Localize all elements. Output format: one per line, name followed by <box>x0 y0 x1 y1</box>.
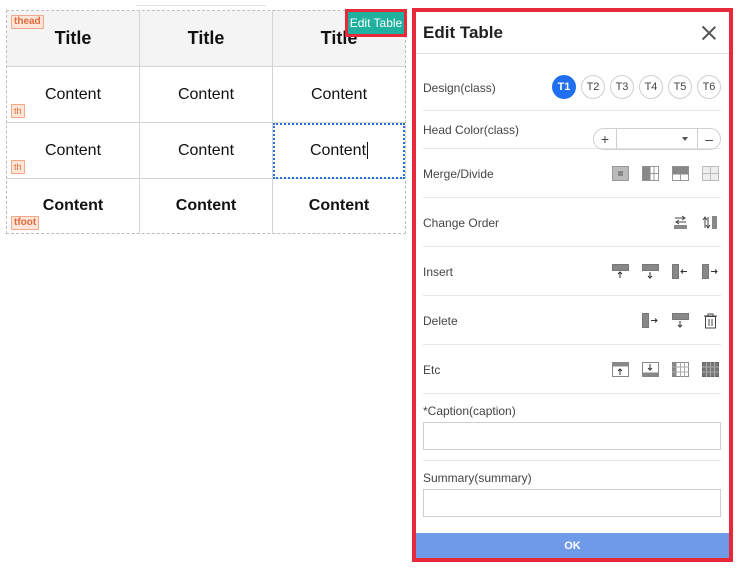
design-row: Design(class) T1 T2 T3 T4 T5 T6 <box>423 57 721 111</box>
head-color-minus-button[interactable]: – <box>698 129 720 149</box>
head-color-row: Head Color(class) + – <box>423 111 721 150</box>
delete-label: Delete <box>423 314 458 328</box>
design-options: T1 T2 T3 T4 T5 T6 <box>552 75 721 99</box>
dialog-header: Edit Table <box>416 12 729 54</box>
design-option-t3[interactable]: T3 <box>610 75 634 99</box>
insert-row: Insert <box>423 247 721 296</box>
caption-label: *Caption(caption) <box>423 404 516 418</box>
insert-row-below-icon[interactable] <box>640 262 661 281</box>
delete-row: Delete <box>423 296 721 345</box>
cell-text: Content <box>177 85 235 103</box>
cell-text: Title <box>187 28 225 48</box>
table-cell[interactable]: Content <box>7 123 140 179</box>
design-option-t2[interactable]: T2 <box>581 75 605 99</box>
merge-label: Merge/Divide <box>423 167 494 181</box>
text-caret <box>367 142 369 159</box>
caption-divider <box>423 460 721 461</box>
ok-button[interactable]: OK <box>416 533 729 558</box>
cell-text: Title <box>54 28 92 48</box>
tfoot-tag: tfoot <box>11 216 40 230</box>
table-cell[interactable]: Content <box>7 67 140 123</box>
content-table: Title Title Title Content Content Conten… <box>7 11 405 233</box>
delete-column-icon[interactable] <box>640 311 661 330</box>
cell-text: Content <box>44 141 102 159</box>
th-tag: th <box>11 104 25 118</box>
cell-text: Content <box>177 141 235 159</box>
merge-rows-icon[interactable] <box>640 164 661 183</box>
head-color-label: Head Color(class) <box>423 123 520 137</box>
order-label: Change Order <box>423 216 500 230</box>
edit-table-button[interactable]: Edit Table <box>345 9 407 37</box>
summary-input[interactable] <box>423 489 721 517</box>
insert-label: Insert <box>423 265 454 279</box>
cell-text: Content <box>309 141 367 159</box>
etc-row: Etc <box>423 345 721 394</box>
table-editor: Title Title Title Content Content Conten… <box>6 10 406 234</box>
selected-table-cell[interactable]: Content <box>273 123 405 179</box>
etc-label: Etc <box>423 363 441 377</box>
cell-text: Content <box>310 85 368 103</box>
design-option-t1[interactable]: T1 <box>552 75 576 99</box>
cell-text: Content <box>42 197 104 214</box>
summary-label: Summary(summary) <box>423 471 532 485</box>
insert-column-right-icon[interactable] <box>700 262 721 281</box>
thead-tag: thead <box>11 15 44 29</box>
add-th-column-icon[interactable] <box>670 360 691 379</box>
header-cell[interactable]: Title <box>140 11 273 67</box>
table-cell[interactable]: Content <box>273 67 405 123</box>
add-footer-icon[interactable] <box>640 360 661 379</box>
order-row: Change Order <box>423 198 721 247</box>
delete-row-icon[interactable] <box>670 311 691 330</box>
top-divider <box>136 5 266 6</box>
edit-table-dialog: Edit Table Design(class) T1 T2 T3 T4 T5 … <box>412 8 733 562</box>
merge-row: Merge/Divide <box>423 149 721 198</box>
delete-table-icon[interactable] <box>700 311 721 330</box>
cell-text: Content <box>175 197 237 214</box>
th-tag: th <box>11 160 25 174</box>
add-header-icon[interactable] <box>610 360 631 379</box>
close-icon[interactable] <box>701 25 717 41</box>
insert-row-above-icon[interactable] <box>610 262 631 281</box>
design-option-t5[interactable]: T5 <box>668 75 692 99</box>
design-label: Design(class) <box>423 81 496 95</box>
dialog-title: Edit Table <box>423 22 503 42</box>
divide-cell-icon[interactable] <box>700 164 721 183</box>
cell-text: Content <box>44 85 102 103</box>
table-cell[interactable]: Content <box>140 67 273 123</box>
merge-columns-icon[interactable] <box>670 164 691 183</box>
footer-cell[interactable]: Content <box>273 179 405 233</box>
footer-cell[interactable]: Content <box>140 179 273 233</box>
swap-columns-icon[interactable] <box>670 213 691 232</box>
fill-table-icon[interactable] <box>700 360 721 379</box>
head-color-select[interactable] <box>616 129 698 149</box>
swap-rows-icon[interactable] <box>700 213 721 232</box>
cell-text: Content <box>308 197 370 214</box>
caption-input[interactable] <box>423 422 721 450</box>
design-option-t4[interactable]: T4 <box>639 75 663 99</box>
insert-column-left-icon[interactable] <box>670 262 691 281</box>
merge-cells-icon[interactable] <box>610 164 631 183</box>
design-option-t6[interactable]: T6 <box>697 75 721 99</box>
table-cell[interactable]: Content <box>140 123 273 179</box>
head-color-plus-button[interactable]: + <box>594 129 616 149</box>
head-color-control: + – <box>593 128 721 150</box>
